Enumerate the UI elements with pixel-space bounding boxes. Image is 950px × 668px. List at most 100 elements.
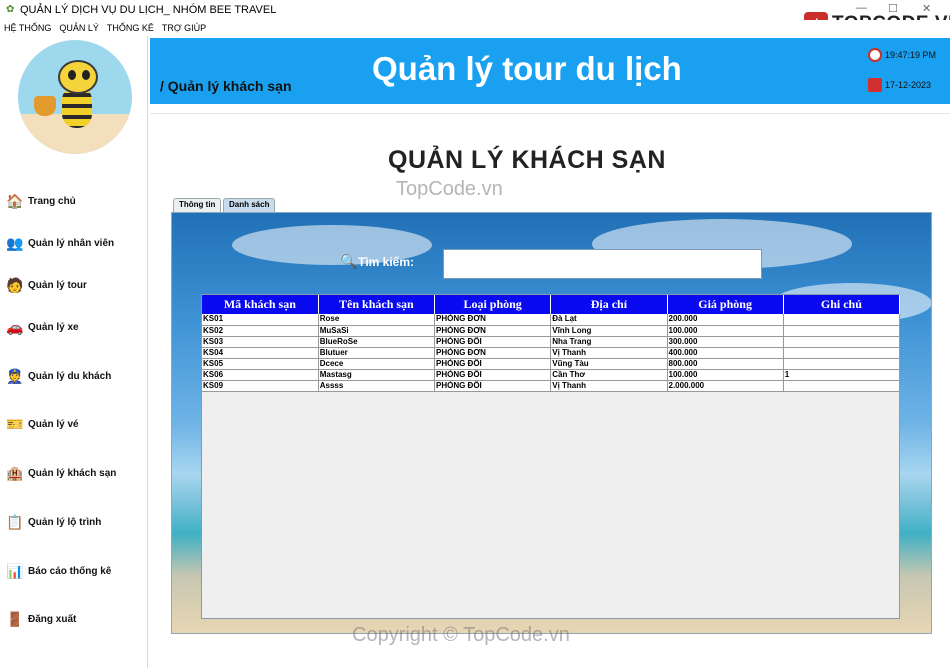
column-header-price[interactable]: Giá phòng xyxy=(667,295,784,314)
cell-price: 800.000 xyxy=(667,358,784,370)
current-time: 19:47:19 PM xyxy=(885,50,937,60)
table-row[interactable]: KS06 Mastasg PHÒNG ĐÔI Cần Thơ 100.000 1 xyxy=(202,369,901,381)
sidebar-item-report[interactable]: 📊 Báo cáo thống kê xyxy=(6,560,146,582)
cell-note xyxy=(783,358,901,370)
table-row[interactable]: KS04 Blutuer PHÒNG ĐƠN Vị Thanh 400.000 xyxy=(202,347,901,359)
cell-address: Vị Thanh xyxy=(550,380,668,392)
cell-hotel-id: KS03 xyxy=(202,336,319,348)
search-input[interactable] xyxy=(443,249,762,279)
sidebar-item-ticket[interactable]: 🎫 Quản lý vé xyxy=(6,413,146,435)
menu-thong-ke[interactable]: THỐNG KÊ xyxy=(107,20,154,36)
search-label: Tìm kiếm: xyxy=(358,255,415,269)
bee-head xyxy=(58,60,98,94)
cell-address: Vĩnh Long xyxy=(550,325,668,337)
sidebar-item-traveler[interactable]: 👮 Quản lý du khách xyxy=(6,365,146,387)
watermark-top: TopCode.vn xyxy=(396,178,503,200)
cell-address: Vị Thanh xyxy=(550,347,668,359)
column-header-hotel-id[interactable]: Mã khách sạn xyxy=(202,295,319,314)
cell-hotel-id: KS04 xyxy=(202,347,319,359)
menu-tro-giup[interactable]: TRỢ GIÚP xyxy=(162,20,206,36)
table-row[interactable]: KS09 Assss PHÒNG ĐÔI Vị Thanh 2.000.000 xyxy=(202,380,901,392)
menu-quan-ly[interactable]: QUẢN LÝ xyxy=(59,20,99,36)
cell-address: Đà Lạt xyxy=(550,314,668,326)
sidebar-item-vehicle[interactable]: 🚗 Quản lý xe xyxy=(6,316,146,338)
calendar-icon xyxy=(868,78,882,92)
cell-hotel-name: Assss xyxy=(318,380,436,392)
cell-room-type: PHÒNG ĐÔI xyxy=(434,369,552,381)
column-header-hotel-name[interactable]: Tên khách sạn xyxy=(318,295,436,314)
breadcrumb: / Quản lý khách sạn xyxy=(160,78,292,94)
staff-icon: 👥 xyxy=(6,235,24,251)
cell-price: 400.000 xyxy=(667,347,784,359)
cell-price: 100.000 xyxy=(667,325,784,337)
cell-hotel-id: KS05 xyxy=(202,358,319,370)
window-title: QUẢN LÝ DỊCH VỤ DU LỊCH_ NHÓM BEE TRAVEL xyxy=(20,4,277,16)
cell-note xyxy=(783,314,901,326)
cell-address: Cần Thơ xyxy=(550,369,668,381)
cell-price: 100.000 xyxy=(667,369,784,381)
page-title: QUẢN LÝ KHÁCH SẠN xyxy=(388,146,666,174)
watermark-bottom: Copyright © TopCode.vn xyxy=(352,624,570,646)
table-header-row: Mã khách sạn Tên khách sạn Loại phòng Đị… xyxy=(202,295,901,314)
cell-hotel-id: KS02 xyxy=(202,325,319,337)
sidebar: 🏠 Trang chủ 👥 Quản lý nhân viên 🧑 Quản l… xyxy=(0,36,148,668)
cell-hotel-id: KS06 xyxy=(202,369,319,381)
sidebar-item-hotel[interactable]: 🏨 Quản lý khách sạn xyxy=(6,462,146,484)
cell-hotel-name: MuSaSi xyxy=(318,325,436,337)
app-icon: ✿ xyxy=(6,4,15,15)
home-icon: 🏠 xyxy=(6,193,24,209)
traveler-icon: 👮 xyxy=(6,368,24,384)
sidebar-item-home[interactable]: 🏠 Trang chủ xyxy=(6,190,146,212)
table-row[interactable]: KS01 Rose PHÒNG ĐƠN Đà Lạt 200.000 xyxy=(202,314,901,326)
report-icon: 📊 xyxy=(6,563,24,579)
cell-hotel-name: Dcece xyxy=(318,358,436,370)
current-date: 17-12-2023 xyxy=(885,80,932,90)
cell-note xyxy=(783,380,901,392)
cell-room-type: PHÒNG ĐƠN xyxy=(434,314,552,326)
tab-list[interactable]: Danh sách xyxy=(223,198,276,212)
menu-he-thong[interactable]: HỆ THỐNG xyxy=(4,20,51,36)
ticket-icon: 🎫 xyxy=(6,416,24,432)
cell-note xyxy=(783,325,901,337)
clock-display: 19:47:19 PM xyxy=(868,48,936,62)
cell-note xyxy=(783,347,901,359)
table-row[interactable]: KS05 Dcece PHÒNG ĐÔI Vũng Tàu 800.000 xyxy=(202,358,901,370)
sidebar-item-logout[interactable]: 🚪 Đăng xuất xyxy=(6,608,146,630)
cell-price: 2.000.000 xyxy=(667,380,784,392)
search-icon: 🔍 xyxy=(340,253,358,269)
sidebar-item-itinerary[interactable]: 📋 Quản lý lộ trình xyxy=(6,511,146,533)
menu-bar: HỆ THỐNG QUẢN LÝ THỐNG KÊ TRỢ GIÚP xyxy=(0,20,950,36)
table-row[interactable]: KS03 BlueRoSe PHÒNG ĐÔI Nha Trang 300.00… xyxy=(202,336,901,348)
sidebar-item-tour[interactable]: 🧑 Quản lý tour xyxy=(6,274,146,296)
cell-address: Vũng Tàu xyxy=(550,358,668,370)
cell-hotel-name: Rose xyxy=(318,314,436,326)
cell-room-type: PHÒNG ĐƠN xyxy=(434,347,552,359)
cell-hotel-id: KS01 xyxy=(202,314,319,326)
header-title: Quản lý tour du lịch xyxy=(372,50,682,87)
tour-guide-icon: 🧑 xyxy=(6,277,24,293)
alarm-clock-icon xyxy=(868,48,882,62)
cell-hotel-name: Mastasg xyxy=(318,369,436,381)
column-header-note[interactable]: Ghi chú xyxy=(783,295,901,314)
cell-note: 1 xyxy=(783,369,901,381)
cell-price: 200.000 xyxy=(667,314,784,326)
cell-note xyxy=(783,336,901,348)
cell-address: Nha Trang xyxy=(550,336,668,348)
column-header-address[interactable]: Địa chỉ xyxy=(550,295,668,314)
sidebar-item-staff[interactable]: 👥 Quản lý nhân viên xyxy=(6,232,146,254)
column-header-room-type[interactable]: Loại phòng xyxy=(434,295,552,314)
cell-hotel-id: KS09 xyxy=(202,380,319,392)
cell-hotel-name: Blutuer xyxy=(318,347,436,359)
hotel-table[interactable]: Mã khách sạn Tên khách sạn Loại phòng Đị… xyxy=(201,294,901,619)
logout-door-icon: 🚪 xyxy=(6,611,24,627)
cell-room-type: PHÒNG ĐƠN xyxy=(434,325,552,337)
car-icon: 🚗 xyxy=(6,319,24,335)
cell-room-type: PHÒNG ĐÔI xyxy=(434,380,552,392)
cell-room-type: PHÒNG ĐÔI xyxy=(434,358,552,370)
date-display: 17-12-2023 xyxy=(868,78,931,92)
tab-info[interactable]: Thông tin xyxy=(173,198,222,212)
table-row[interactable]: KS02 MuSaSi PHÒNG ĐƠN Vĩnh Long 100.000 xyxy=(202,325,901,337)
honey-pot-icon xyxy=(34,96,56,116)
header-divider xyxy=(150,104,950,114)
cell-room-type: PHÒNG ĐÔI xyxy=(434,336,552,348)
